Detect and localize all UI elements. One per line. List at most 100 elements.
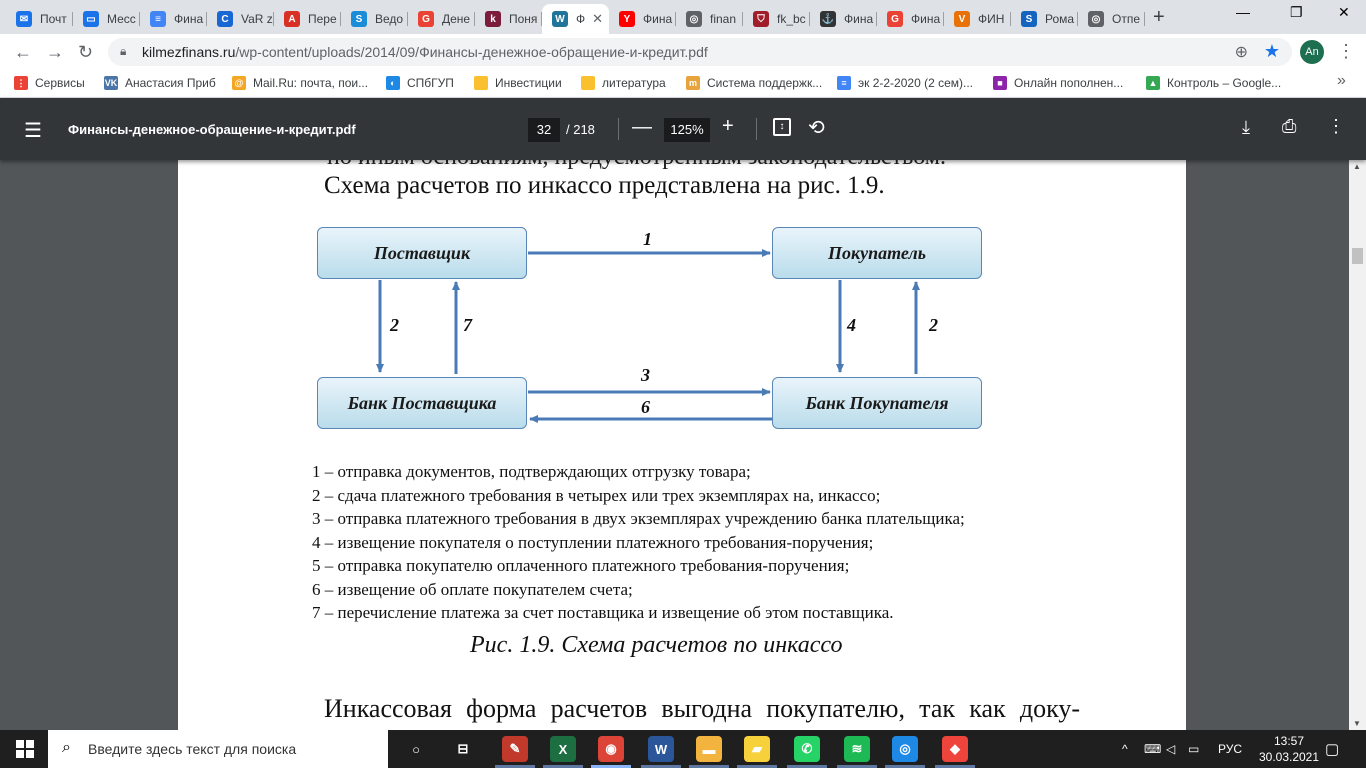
bookmark-item[interactable]: литература [581, 76, 666, 90]
notifications-icon[interactable]: ▢ [1325, 740, 1339, 758]
tray-overflow-icon[interactable]: ^ [1122, 742, 1128, 756]
tab-label: Поня [509, 12, 538, 26]
taskbar-word-icon[interactable]: W [648, 736, 674, 762]
bookmark-item[interactable]: Инвестиции [474, 76, 562, 90]
tab-label: Пере [308, 12, 337, 26]
bookmark-item[interactable]: VK Анастасия Приб [104, 76, 216, 90]
language-indicator[interactable]: РУС [1218, 742, 1242, 756]
toolbar-divider [756, 118, 757, 140]
taskbar-instagram-icon[interactable]: ◎ [892, 736, 918, 762]
battery-icon[interactable]: ▭ [1188, 742, 1199, 756]
maximize-button[interactable]: ❐ [1290, 4, 1303, 21]
taskbar-search-box[interactable]: ⌕ Введите здесь текст для поиска [48, 730, 388, 768]
taskbar-task-view-icon[interactable]: ○ [403, 736, 429, 762]
new-tab-button[interactable]: + [1153, 6, 1165, 29]
bookmark-label: Онлайн пополнен... [1014, 76, 1124, 90]
hamburger-menu-icon[interactable]: ☰ [24, 118, 42, 143]
bookmark-icon: m [686, 76, 700, 90]
taskbar-excel-icon[interactable]: X [550, 736, 576, 762]
clock-time[interactable]: 13:57 [1267, 734, 1311, 748]
bookmark-item[interactable]: m Система поддержк... [686, 76, 822, 90]
browser-tab[interactable]: ⛉ fk_bc [743, 4, 810, 34]
browser-tab[interactable]: ≡ Фина [140, 4, 207, 34]
tab-close-icon[interactable]: ✕ [592, 11, 603, 27]
print-icon[interactable]: ⎙ [1282, 116, 1296, 137]
taskbar-app-red-icon[interactable]: ✎ [502, 736, 528, 762]
browser-tab[interactable]: k Поня [475, 4, 542, 34]
browser-tab[interactable]: ▭ Месс [73, 4, 140, 34]
browser-tab[interactable]: S Ведо [341, 4, 408, 34]
browser-tab[interactable]: W Ф ✕ [542, 4, 609, 34]
legend-item: 4 – извещение покупателя о поступлении п… [312, 532, 874, 552]
download-icon[interactable]: ⤓ [1242, 117, 1250, 138]
clock-date[interactable]: 30.03.2021 [1256, 750, 1322, 764]
tab-favicon-icon: V [954, 11, 970, 27]
zoom-out-button[interactable]: — [632, 116, 652, 139]
taskbar-sticky-icon[interactable]: ▰ [744, 736, 770, 762]
browser-tab[interactable]: ◎ finan [676, 4, 743, 34]
arrow-label: 2 [390, 315, 399, 335]
browser-tab[interactable]: ⚓ Фина [810, 4, 877, 34]
search-placeholder: Введите здесь текст для поиска [88, 741, 297, 757]
tab-label: finan [710, 12, 737, 26]
legend-item: 6 – извещение об оплате покупателем счет… [312, 579, 633, 599]
arrow-label: 4 [847, 315, 856, 335]
bookmark-label: Mail.Ru: почта, пои... [253, 76, 369, 90]
minimize-button[interactable]: — [1236, 4, 1250, 20]
tab-separator [1144, 12, 1145, 26]
bookmark-star-icon[interactable]: ★ [1264, 41, 1280, 62]
zoom-level-input[interactable]: 125% [664, 118, 710, 142]
volume-icon[interactable]: ◁ [1166, 742, 1175, 756]
taskbar-whatsapp-icon[interactable]: ✆ [794, 736, 820, 762]
browser-tab[interactable]: C VaR z [207, 4, 274, 34]
browser-tab[interactable]: V ФИН [944, 4, 1011, 34]
reload-icon[interactable]: ↻ [78, 42, 93, 62]
fit-to-page-icon[interactable]: ↕ [773, 118, 791, 136]
browser-tab[interactable]: G Фина [877, 4, 944, 34]
scroll-up-arrow-icon[interactable]: ▲ [1353, 162, 1361, 171]
browser-tab[interactable]: S Рома [1011, 4, 1078, 34]
taskbar-anydesk-icon[interactable]: ◆ [942, 736, 968, 762]
taskbar-explorer-icon[interactable]: ▬ [696, 736, 722, 762]
scroll-down-arrow-icon[interactable]: ▼ [1353, 719, 1361, 728]
back-arrow-icon[interactable]: ← [14, 42, 32, 62]
taskbar-chrome-icon[interactable]: ◉ [598, 736, 624, 762]
keyboard-icon[interactable]: ⌨ [1144, 742, 1161, 756]
browser-tab[interactable]: ◎ Отпе [1078, 4, 1145, 34]
windows-start-icon[interactable] [16, 740, 34, 758]
zoom-magnifier-icon[interactable]: ⊕ [1235, 42, 1248, 62]
close-window-button[interactable]: ✕ [1338, 4, 1350, 21]
more-actions-icon[interactable]: ⋮ [1327, 116, 1345, 137]
bookmark-icon: ⋮ [14, 76, 28, 90]
arrow-label: 6 [641, 397, 650, 417]
bookmark-item[interactable]: ▲ Контроль – Google... [1146, 76, 1281, 90]
browser-tab[interactable]: A Пере [274, 4, 341, 34]
bookmark-item[interactable]: ≡ эк 2-2-2020 (2 сем)... [837, 76, 973, 90]
browser-menu-icon[interactable]: ⋮ [1337, 41, 1355, 62]
url-text[interactable]: kilmezfinans.ru/wp-content/uploads/2014/… [142, 44, 708, 60]
lock-icon[interactable]: 🔒︎ [120, 44, 126, 59]
bookmark-item[interactable]: ■ Онлайн пополнен... [993, 76, 1123, 90]
bookmarks-overflow-button[interactable]: » [1337, 72, 1346, 90]
address-bar[interactable]: 🔒︎ kilmezfinans.ru/wp-content/uploads/20… [108, 38, 1292, 66]
tab-label: Фина [174, 12, 204, 26]
legend-item: 7 – перечисление платежа за счет поставщ… [312, 603, 894, 622]
rotate-icon[interactable]: ⟲ [808, 115, 825, 140]
zoom-in-button[interactable]: + [722, 115, 734, 138]
page-number-input[interactable]: 32 [528, 118, 560, 142]
browser-tab[interactable]: Y Фина [609, 4, 676, 34]
scroll-thumb[interactable] [1352, 248, 1363, 264]
tab-favicon-icon: ◎ [686, 11, 702, 27]
bookmark-item[interactable]: ⋮ Сервисы [14, 76, 85, 90]
bookmark-item[interactable]: ◐ СПбГУП [386, 76, 454, 90]
forward-arrow-icon[interactable]: → [46, 42, 64, 62]
page-total: / 218 [566, 122, 595, 137]
browser-tab[interactable]: G Дене [408, 4, 475, 34]
vertical-scrollbar[interactable]: ▲ ▼ [1349, 160, 1366, 730]
tab-favicon-icon: A [284, 11, 300, 27]
profile-avatar[interactable]: An [1300, 40, 1324, 64]
taskbar-spotify-icon[interactable]: ≋ [844, 736, 870, 762]
bookmark-item[interactable]: @ Mail.Ru: почта, пои... [232, 76, 368, 90]
taskbar-widgets-icon[interactable]: ⊟ [450, 736, 476, 762]
browser-tab[interactable]: ✉ Почт [6, 4, 73, 34]
